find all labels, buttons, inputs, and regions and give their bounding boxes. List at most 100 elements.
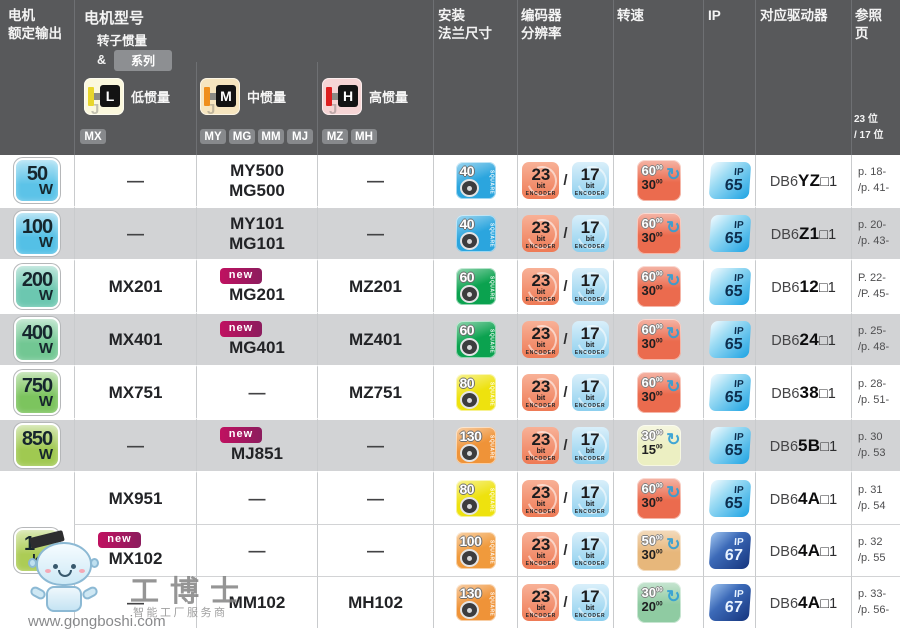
page-ref-line: p. 25- [858,324,889,339]
ip-rating-icon: IP65 [708,480,751,517]
speed-icon: 60003000↻ [637,213,681,254]
model-wrap: MZ751 [349,383,402,403]
speed-sup: 00 [656,285,663,291]
bit-label: bit [537,289,546,296]
page-ref-cell: p. 20-/p. 43- [851,206,900,259]
speed-icon: 60003000↻ [637,266,681,307]
model-name: — [249,383,266,403]
page-ref: p. 28-/p. 51- [858,377,889,408]
encoder-bits: 17 [581,325,600,342]
ip-cell: IP65 [703,206,755,259]
model-cell-high: — [317,155,433,206]
model-name: — [127,224,144,244]
high-inertia-icon: J H [322,78,362,115]
driver-suffix: □1 [819,386,836,402]
driver-code: 38 [799,383,819,403]
table-body: 50W—MY500MG500—40SQUARE23bitENCODER/17bi… [0,155,900,628]
encoder-label: ENCODER [522,561,559,567]
driver-cell: DB612□1 [755,259,851,312]
new-badge: new [98,532,140,548]
driver-prefix: DB6 [770,439,798,455]
table-row: 850W—newMJ851—130SQUARE23bitENCODER/17bi… [0,418,900,471]
output-cell: 50W [0,155,74,206]
model-name: MX401 [109,330,163,350]
model-cell-mx: MX401 [74,312,196,365]
encoder-icons: 23bitENCODER/17bitENCODER [522,584,608,621]
driver-suffix: □1 [819,280,836,296]
encoder-23bit-icon: 23bitENCODER [522,268,559,305]
page-ref: P. 22-/P. 45- [858,271,889,302]
speed-cell: 60003000↻ [613,365,703,418]
speed-sup: 00 [656,391,663,397]
speed-sup: 00 [656,444,663,450]
square-label: SQUARE [489,382,495,406]
model-name: MG201 [229,285,285,305]
bit-label: bit [586,448,595,455]
driver-model: DB624□1 [771,330,836,350]
encoder-cell: 23bitENCODER/17bitENCODER [517,206,613,259]
table-row: 750WMX751—MZ75180SQUARE23bitENCODER/17bi… [0,365,900,418]
ip-value: 67 [709,548,743,564]
speed-cell: 60003000↻ [613,312,703,365]
bit-label: bit [537,605,546,612]
page-ref-cell: p. 31/p. 54 [851,471,900,524]
driver-prefix: DB6 [770,492,798,508]
resolution-note-line2: / 17 位 [854,128,883,144]
page-ref-cell: p. 28-/p. 51- [851,365,900,418]
encoder-17bit-icon: 17bitENCODER [572,427,609,464]
speed-cell: 50003000↻ [613,524,703,576]
page-ref-cell: p. 25-/p. 48- [851,312,900,365]
driver-model: DB6Z1□1 [771,224,837,244]
encoder-23bit-icon: 23bitENCODER [522,427,559,464]
page-title-line1: 参照 [855,7,882,25]
inertia-group-low: J L 低惯量 [84,78,170,115]
flange-cell: 60SQUARE [433,259,517,312]
driver-cell: DB638□1 [755,365,851,418]
driver-code: 4A [798,489,820,509]
flange-size: 40 [460,163,475,179]
ip-label: IP [710,168,744,178]
ip-rating-icon: IP65 [708,162,751,199]
rotation-arrow-icon: ↻ [666,430,680,450]
ip-rating-icon: IP65 [708,268,751,305]
model-wrap: MM102 [229,593,286,613]
model-wrap: — [367,171,384,191]
ip-label: IP [710,380,744,390]
model-name: MX751 [109,383,163,403]
inertia-letter: L [100,85,120,107]
square-label: SQUARE [489,488,495,512]
rotation-arrow-icon: ↻ [666,483,680,503]
page-ref-line: /p. 43- [858,234,889,249]
page-ref-cell: P. 22-/P. 45- [851,259,900,312]
encoder-cell: 23bitENCODER/17bitENCODER [517,365,613,418]
encoder-icons: 23bitENCODER/17bitENCODER [522,215,608,252]
model-cell-medium: newMG401 [196,312,317,365]
bit-label: bit [586,553,595,560]
encoder-17bit-icon: 17bitENCODER [572,268,609,305]
encoder-label: ENCODER [572,297,609,303]
motor-face-icon [460,549,479,567]
model-wrap: — [367,224,384,244]
encoder-17bit-icon: 17bitENCODER [572,162,609,199]
encoder-icons: 23bitENCODER/17bitENCODER [522,162,608,199]
series-tags-low: MX [80,129,106,144]
driver-prefix: DB6 [770,174,798,190]
ip-cell: IP67 [703,524,755,576]
model-wrap: MX401 [109,330,163,350]
driver-model: DB64A□1 [770,593,837,613]
page-ref: p. 33-/p. 56- [858,587,889,618]
bit-label: bit [537,501,546,508]
model-name: MZ201 [349,277,402,297]
model-name: MM102 [229,593,286,613]
driver-code: 4A [798,593,820,613]
flange-size: 40 [460,216,475,232]
driver-suffix: □1 [820,439,837,455]
header-divider [317,62,318,155]
model-name: — [249,489,266,509]
square-label: SQUARE [489,329,495,353]
speed-sup: 00 [656,588,663,594]
inertia-group-medium: J M 中惯量 [200,78,286,115]
series-tag-my: MY [200,129,226,144]
speed-icon: 60003000↻ [637,160,681,201]
speed-sup: 00 [656,338,663,344]
